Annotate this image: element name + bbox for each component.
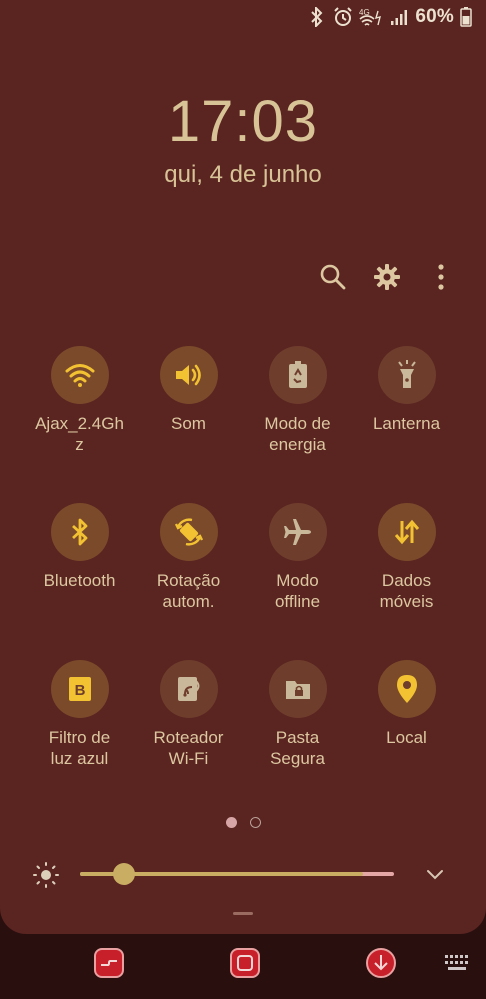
back-button[interactable] xyxy=(366,948,396,978)
tile-sound[interactable]: Som xyxy=(134,346,243,503)
tile-label: Bluetooth xyxy=(43,571,116,590)
tile-label: Rotação autom. xyxy=(156,571,221,611)
tile-auto-rotate[interactable]: Rotação autom. xyxy=(134,503,243,660)
bluetooth-icon xyxy=(50,503,109,561)
page-indicator xyxy=(0,817,486,828)
alarm-icon xyxy=(333,7,353,27)
tile-bluetooth[interactable]: Bluetooth xyxy=(25,503,134,660)
panel-toolbar xyxy=(318,262,456,292)
tile-secure-folder[interactable]: Pasta Segura xyxy=(243,660,352,817)
tile-label: Pasta Segura xyxy=(270,728,325,768)
page-dot-2[interactable] xyxy=(249,817,261,828)
tile-label: Modo offline xyxy=(274,571,321,611)
battery-icon xyxy=(460,7,472,27)
tile-location[interactable]: Local xyxy=(352,660,461,817)
more-vert-icon[interactable] xyxy=(426,262,456,292)
panel-drag-handle[interactable] xyxy=(233,912,253,915)
status-bar: 4G 60% xyxy=(307,4,472,30)
home-button[interactable] xyxy=(230,948,260,978)
battery-recycle-icon xyxy=(268,346,327,404)
wifi-4g-icon: 4G xyxy=(359,7,383,27)
date: qui, 4 de junho xyxy=(164,161,322,188)
tile-wifi[interactable]: Ajax_2.4Gh z xyxy=(25,346,134,503)
tile-label: Som xyxy=(171,414,206,433)
brightness-thumb[interactable] xyxy=(112,863,135,885)
tile-mobile-data[interactable]: Dados móveis xyxy=(352,503,461,660)
wifi-icon xyxy=(50,346,109,404)
tile-label: Lanterna xyxy=(372,414,441,433)
navigation-bar xyxy=(0,934,486,999)
tile-hotspot[interactable]: Roteador Wi-Fi xyxy=(134,660,243,817)
recents-button[interactable] xyxy=(94,948,124,978)
brightness-control xyxy=(0,859,486,889)
signal-icon xyxy=(389,7,409,27)
tile-label: Roteador Wi-Fi xyxy=(153,728,224,768)
location-pin-icon xyxy=(377,660,436,718)
flashlight-icon xyxy=(377,346,436,404)
data-arrows-icon xyxy=(377,503,436,561)
bluetooth-icon xyxy=(307,7,327,27)
rotate-icon xyxy=(159,503,218,561)
svg-text:B: B xyxy=(74,682,85,699)
airplane-icon xyxy=(268,503,327,561)
tile-label: Modo de energia xyxy=(264,414,331,454)
secure-folder-icon xyxy=(268,660,327,718)
hotspot-icon xyxy=(159,660,218,718)
keyboard-icon[interactable] xyxy=(444,954,470,972)
clock: 17:03 xyxy=(167,89,319,154)
tile-label: Filtro de luz azul xyxy=(48,728,111,768)
blue-light-filter-icon: B xyxy=(50,660,109,718)
search-icon[interactable] xyxy=(318,262,348,292)
quick-panel: 4G 60% 17:03 qui, 4 de junho Ajax_2.4Gh … xyxy=(0,0,486,934)
tile-airplane[interactable]: Modo offline xyxy=(243,503,352,660)
tile-flashlight[interactable]: Lanterna xyxy=(352,346,461,503)
tile-label: Ajax_2.4Gh z xyxy=(35,414,124,454)
tile-blue-light-filter[interactable]: B Filtro de luz azul xyxy=(25,660,134,817)
page-dot-1[interactable] xyxy=(225,817,237,828)
chevron-down-icon[interactable] xyxy=(424,863,446,885)
tile-power-mode[interactable]: Modo de energia xyxy=(243,346,352,503)
brightness-slider[interactable] xyxy=(80,863,394,885)
battery-percent: 60% xyxy=(415,6,454,27)
tile-label: Local xyxy=(386,728,427,747)
quick-settings-grid: Ajax_2.4Gh z Som Modo de energia Lantern… xyxy=(25,346,461,817)
volume-icon xyxy=(159,346,218,404)
gear-icon[interactable] xyxy=(372,262,402,292)
brightness-sun-icon xyxy=(33,862,59,888)
tile-label: Dados móveis xyxy=(379,571,434,611)
